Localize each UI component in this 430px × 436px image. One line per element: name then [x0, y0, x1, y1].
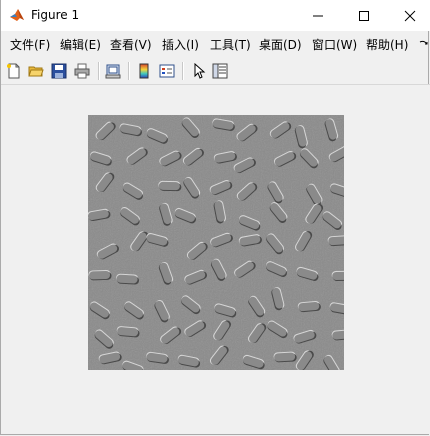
rice-grain: [158, 180, 182, 192]
insert-colorbar-button[interactable]: [134, 61, 154, 81]
save-icon: [51, 63, 67, 79]
rice-grain: [273, 351, 297, 363]
matlab-logo-icon: [9, 7, 25, 23]
maximize-icon: [359, 10, 369, 21]
title-bar[interactable]: Figure 1: [1, 0, 430, 31]
menu-view[interactable]: 查看(V): [110, 36, 152, 53]
figure-window: Figure 1 文件(F) 编辑(E) 查看(V) 插入(I) 工具(T) 桌…: [0, 0, 430, 435]
menu-window[interactable]: 窗口(W): [312, 36, 357, 53]
menu-desktop[interactable]: 桌面(D): [259, 36, 302, 53]
edit-plot-button[interactable]: [188, 61, 208, 81]
insert-colorbar-icon: [139, 63, 149, 79]
open-file-button[interactable]: [26, 61, 46, 81]
save-button[interactable]: [49, 61, 69, 81]
embossed-rice-grains-image: [88, 115, 344, 370]
menu-insert[interactable]: 插入(I): [162, 36, 199, 53]
toolbar-separator: [98, 62, 100, 80]
close-button[interactable]: [387, 0, 430, 31]
menu-help[interactable]: 帮助(H): [366, 36, 408, 53]
rice-grain: [116, 273, 140, 285]
menu-overflow-arrow-icon[interactable]: [419, 37, 429, 51]
minimize-button[interactable]: [295, 0, 341, 31]
menu-bar: 文件(F) 编辑(E) 查看(V) 插入(I) 工具(T) 桌面(D) 窗口(W…: [1, 32, 430, 56]
insert-legend-button[interactable]: [157, 61, 177, 81]
minimize-icon: [313, 15, 323, 16]
print-icon: [74, 63, 90, 79]
link-plot-icon: [105, 64, 121, 79]
property-inspector-button[interactable]: [210, 61, 230, 81]
new-figure-icon: [7, 63, 20, 79]
rice-grain: [88, 269, 112, 281]
toolbar: [1, 58, 430, 85]
link-plot-button[interactable]: [103, 61, 123, 81]
rice-grain: [327, 235, 344, 247]
toolbar-separator: [182, 62, 184, 80]
insert-legend-icon: [159, 64, 175, 78]
toolbar-separator: [128, 62, 130, 80]
embossed-rice-image[interactable]: [88, 115, 344, 370]
close-icon: [404, 10, 416, 21]
menu-edit[interactable]: 编辑(E): [60, 36, 101, 53]
maximize-button[interactable]: [341, 0, 387, 31]
edit-plot-icon: [194, 63, 206, 79]
property-inspector-icon: [212, 63, 228, 79]
print-button[interactable]: [72, 61, 92, 81]
menu-tools[interactable]: 工具(T): [210, 36, 251, 53]
new-figure-button[interactable]: [4, 61, 24, 81]
window-title: Figure 1: [31, 8, 80, 22]
open-file-icon: [28, 66, 44, 77]
rice-grain: [297, 300, 321, 313]
menu-file[interactable]: 文件(F): [10, 36, 50, 53]
